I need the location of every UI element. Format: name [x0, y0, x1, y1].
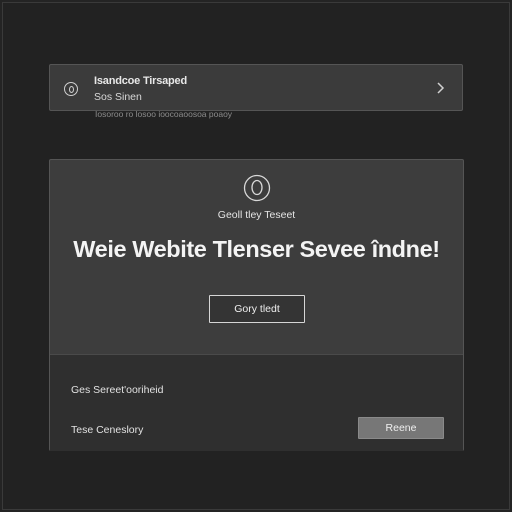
footer-text-secondary: Tese Ceneslory: [71, 424, 144, 436]
notification-banner[interactable]: Isandcoe Tirsaped Sos Sinen: [49, 64, 463, 111]
card-eyebrow: Geoll tley Teseet: [217, 209, 296, 221]
secondary-action-button[interactable]: Reene: [358, 417, 444, 439]
notification-caption: Iosoroo ro losoo ioocoaoosoa poaoy: [95, 109, 233, 119]
notification-title: Isandcoe Tirsaped: [94, 75, 187, 87]
notification-subtitle: Sos Sinen: [94, 91, 142, 103]
primary-cta-button[interactable]: Gory tledt: [209, 295, 305, 323]
footer-text-primary: Ges Sereet'ooriheid: [71, 384, 164, 396]
chevron-right-icon[interactable]: [432, 80, 448, 96]
welcome-card: Geoll tley Teseet Weie Webite Tlenser Se…: [49, 159, 464, 451]
info-icon: [64, 82, 78, 96]
emblem-icon: [243, 174, 271, 202]
card-headline: Weie Webite Tlenser Sevee îndne!: [73, 236, 440, 262]
card-footer-panel: Ges Sereet'ooriheid Tese Ceneslory Reene: [50, 354, 463, 451]
